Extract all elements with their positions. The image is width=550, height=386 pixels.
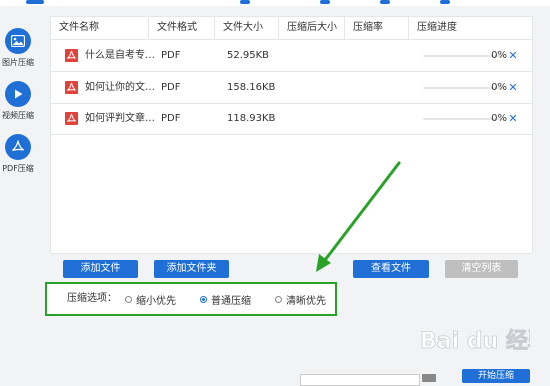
radio-label: 普通压缩 [211, 295, 251, 307]
radio-checked-icon [200, 295, 207, 303]
radio-unchecked-icon [125, 295, 132, 303]
clear-list-button[interactable]: 清空列表 [445, 260, 518, 278]
watermark-text: Bai du 经验 [420, 328, 530, 354]
add-folder-button[interactable]: 添加文件夹 [154, 260, 229, 278]
bottom-bar: 开始压缩 [0, 366, 550, 386]
radio-normal-compress[interactable]: 普通压缩 [200, 284, 251, 314]
radio-clarity-first[interactable]: 清晰优先 [275, 284, 326, 314]
compress-options-label: 压缩选项： [67, 293, 117, 304]
radio-shrink-first[interactable]: 缩小优先 [125, 284, 176, 314]
start-compress-button[interactable]: 开始压缩 [462, 369, 530, 383]
folder-icon[interactable] [422, 374, 436, 382]
baidu-watermark-logo: Bai du 经验 [420, 328, 530, 355]
add-file-button[interactable]: 添加文件 [63, 260, 138, 278]
view-files-button[interactable]: 查看文件 [353, 260, 429, 278]
radio-label: 清晰优先 [286, 295, 326, 307]
radio-unchecked-icon [275, 295, 282, 303]
output-path-input[interactable] [300, 374, 420, 386]
radio-label: 缩小优先 [136, 295, 176, 307]
compress-options-panel: 压缩选项： 缩小优先 普通压缩 清晰优先 [45, 282, 337, 316]
